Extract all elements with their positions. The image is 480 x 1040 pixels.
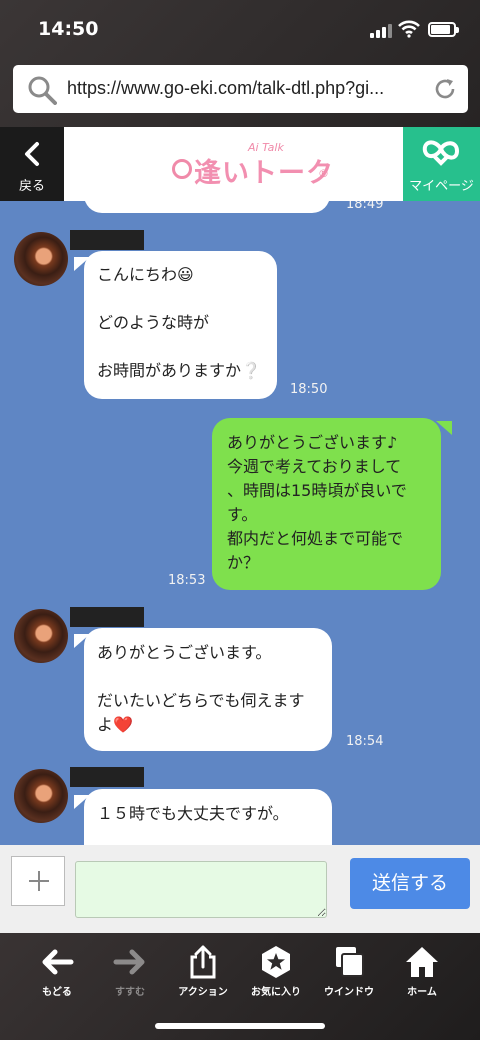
message-line: よ❤️ bbox=[97, 715, 133, 734]
message-line: １５時でも大丈夫ですが。 bbox=[97, 804, 289, 823]
search-icon bbox=[28, 76, 57, 105]
toolbar-forward-button[interactable]: すすむ bbox=[95, 945, 165, 998]
message-time: 18:53 bbox=[168, 573, 206, 588]
sender-name-redacted bbox=[70, 607, 144, 627]
registered-mark: ® bbox=[318, 167, 329, 180]
chat-thread[interactable]: 18:49 こんにちわ😃 どのような時が お時間がありますか❔ 18:50 あり… bbox=[0, 201, 480, 845]
message-bubble-incoming: １５時でも大丈夫ですが。 bbox=[84, 789, 332, 845]
message-bubble-previous bbox=[84, 201, 330, 213]
message-bubble-outgoing: ありがとうございます♪ 今週で考えておりまして 、時間は15時頃が良いで す。 … bbox=[212, 418, 441, 590]
cellular-signal-icon bbox=[370, 24, 392, 38]
arrow-right-icon bbox=[113, 949, 145, 975]
reload-icon[interactable] bbox=[433, 77, 457, 101]
site-header: 戻る Ai Talk 逢いトーク ® マイページ bbox=[0, 127, 480, 201]
wifi-icon bbox=[398, 20, 420, 38]
avatar[interactable] bbox=[14, 609, 68, 663]
attach-plus-button[interactable] bbox=[11, 856, 65, 906]
message-line: 都内だと何処まで可能で bbox=[227, 529, 404, 548]
message-line: か？ bbox=[227, 553, 260, 572]
heart-icon bbox=[172, 159, 192, 179]
message-line: 今週で考えておりまして bbox=[227, 457, 402, 476]
mypage-label: マイページ bbox=[409, 179, 474, 194]
message-line: す。 bbox=[227, 505, 258, 524]
message-time-previous: 18:49 bbox=[346, 201, 384, 212]
message-line: ありがとうございます。 bbox=[97, 643, 272, 662]
message-line bbox=[97, 335, 264, 359]
send-button[interactable]: 送信する bbox=[350, 858, 470, 909]
toolbar-label: お気に入り bbox=[251, 987, 301, 998]
avatar[interactable] bbox=[14, 232, 68, 286]
toolbar-windows-button[interactable]: ウインドウ bbox=[314, 945, 384, 998]
toolbar-label: アクション bbox=[178, 987, 228, 998]
message-time: 18:50 bbox=[290, 382, 328, 397]
message-bubble-incoming: ありがとうございます。 だいたいどちらでも伺えます よ❤️ bbox=[84, 628, 332, 751]
sender-name-redacted bbox=[70, 230, 144, 250]
toolbar-favorites-button[interactable]: お気に入り bbox=[241, 945, 311, 998]
message-line: お時間がありますか❔ bbox=[97, 361, 261, 380]
avatar[interactable] bbox=[14, 769, 68, 823]
message-line: だいたいどちらでも伺えます bbox=[97, 691, 305, 710]
status-time: 14:50 bbox=[38, 18, 99, 40]
toolbar-label: ウインドウ bbox=[324, 987, 374, 998]
message-line: 、時間は15時頃が良いで bbox=[227, 481, 407, 500]
toolbar-label: すすむ bbox=[115, 987, 145, 998]
chevron-left-icon bbox=[25, 142, 39, 166]
logo-title: 逢いトーク bbox=[194, 158, 334, 189]
message-line bbox=[97, 665, 319, 689]
back-button[interactable]: 戻る bbox=[0, 127, 64, 201]
star-badge-icon bbox=[262, 946, 290, 978]
toolbar-label: もどる bbox=[42, 987, 72, 998]
arrow-left-icon bbox=[42, 949, 74, 975]
message-line: ありがとうございます♪ bbox=[227, 433, 398, 452]
message-line: こんにちわ😃 bbox=[97, 265, 194, 284]
toolbar-home-button[interactable]: ホーム bbox=[387, 945, 457, 998]
url-text[interactable]: https://www.go-eki.com/talk-dtl.php?gi..… bbox=[67, 78, 429, 99]
composer-bar: 送信する bbox=[0, 845, 480, 933]
message-input[interactable] bbox=[75, 861, 327, 918]
site-logo[interactable]: Ai Talk 逢いトーク ® bbox=[168, 137, 338, 193]
mypage-button[interactable]: マイページ bbox=[403, 127, 480, 201]
address-bar[interactable]: https://www.go-eki.com/talk-dtl.php?gi..… bbox=[13, 65, 468, 113]
home-indicator[interactable] bbox=[155, 1023, 325, 1029]
back-label: 戻る bbox=[18, 179, 45, 194]
toolbar-label: ホーム bbox=[407, 987, 437, 998]
message-bubble-incoming: こんにちわ😃 どのような時が お時間がありますか❔ bbox=[84, 251, 277, 399]
home-icon bbox=[406, 947, 438, 977]
message-line bbox=[97, 287, 264, 311]
toolbar-action-button[interactable]: アクション bbox=[168, 945, 238, 998]
infinity-heart-icon bbox=[422, 140, 459, 166]
message-time: 18:54 bbox=[346, 734, 384, 749]
message-line: どのような時が bbox=[97, 313, 210, 332]
status-bar: 14:50 bbox=[0, 0, 480, 60]
toolbar-back-button[interactable]: もどる bbox=[22, 945, 92, 998]
sender-name-redacted bbox=[70, 767, 144, 787]
share-icon bbox=[190, 945, 216, 979]
windows-icon bbox=[336, 947, 364, 977]
battery-icon bbox=[428, 22, 459, 37]
